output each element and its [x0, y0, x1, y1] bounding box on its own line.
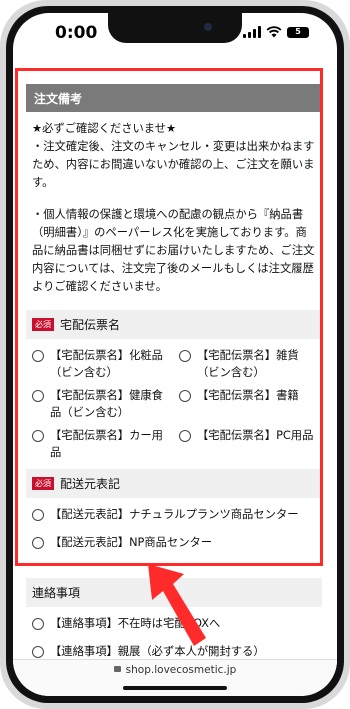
radio-button[interactable]: [32, 509, 44, 521]
radio-button[interactable]: [179, 430, 191, 442]
required-badge: 必須: [32, 477, 54, 490]
radio-option[interactable]: 【宅配伝票名】雑貨（ビン含む）: [179, 347, 316, 381]
browser-address-bar[interactable]: shop.lovecosmetic.jp: [13, 659, 337, 696]
radio-button[interactable]: [32, 618, 44, 630]
slip-name-options: 【宅配伝票名】化粧品（ビン含む） 【宅配伝票名】雑貨（ビン含む） 【宅配伝票名】…: [26, 339, 322, 463]
url-text: shop.lovecosmetic.jp: [13, 664, 337, 676]
sender-header: 必須 配送元表記: [26, 469, 322, 498]
radio-option[interactable]: 【配送元表記】ナチュラルプランツ商品センター: [32, 506, 316, 534]
radio-button[interactable]: [32, 537, 44, 549]
sender-label: 配送元表記: [60, 477, 121, 491]
radio-button[interactable]: [179, 350, 191, 362]
slip-name-label: 宅配伝票名: [60, 318, 121, 332]
lock-icon: [113, 666, 121, 672]
notice-paragraph: ★必ずご確認くださいませ★ ・注文確定後、注文のキャンセル・変更は出来かねますた…: [32, 122, 315, 189]
camera-icon: [204, 23, 212, 31]
radio-option[interactable]: 【宅配伝票名】カー用品: [32, 427, 169, 461]
notice-paragraph: ・個人情報の保護と環境への配慮の観点から『納品書（明細書）』のペーパーレス化を実…: [32, 208, 315, 293]
status-time: 0:00: [55, 23, 98, 43]
radio-button[interactable]: [179, 390, 191, 402]
contact-label: 連絡事項: [32, 586, 81, 600]
radio-button[interactable]: [32, 646, 44, 658]
required-badge: 必須: [32, 318, 54, 331]
radio-option[interactable]: 【宅配伝票名】化粧品（ビン含む）: [32, 347, 169, 381]
battery-icon: 5: [287, 26, 309, 38]
arrow-icon: [148, 564, 206, 646]
section-title: 注文備考: [26, 84, 322, 112]
radio-button[interactable]: [32, 430, 44, 442]
wifi-icon: [266, 26, 282, 38]
radio-button[interactable]: [32, 390, 44, 402]
radio-option[interactable]: 【配送元表記】NP商品センター: [32, 534, 316, 562]
notice-text: ★必ずご確認くださいませ★ ・注文確定後、注文のキャンセル・変更は出来かねますた…: [26, 112, 322, 296]
radio-option[interactable]: 【宅配伝票名】書籍: [179, 387, 316, 421]
radio-option[interactable]: 【宅配伝票名】PC用品: [179, 427, 316, 461]
radio-button[interactable]: [32, 350, 44, 362]
status-icons: 5: [243, 26, 309, 38]
slip-name-header: 必須 宅配伝票名: [26, 310, 322, 339]
signal-icon: [243, 26, 261, 38]
home-indicator: [123, 686, 227, 690]
radio-option[interactable]: 【宅配伝票名】健康食品（ビン含む）: [32, 387, 169, 421]
notch: [108, 13, 242, 43]
sender-options: 【配送元表記】ナチュラルプランツ商品センター 【配送元表記】NP商品センター: [26, 498, 322, 564]
